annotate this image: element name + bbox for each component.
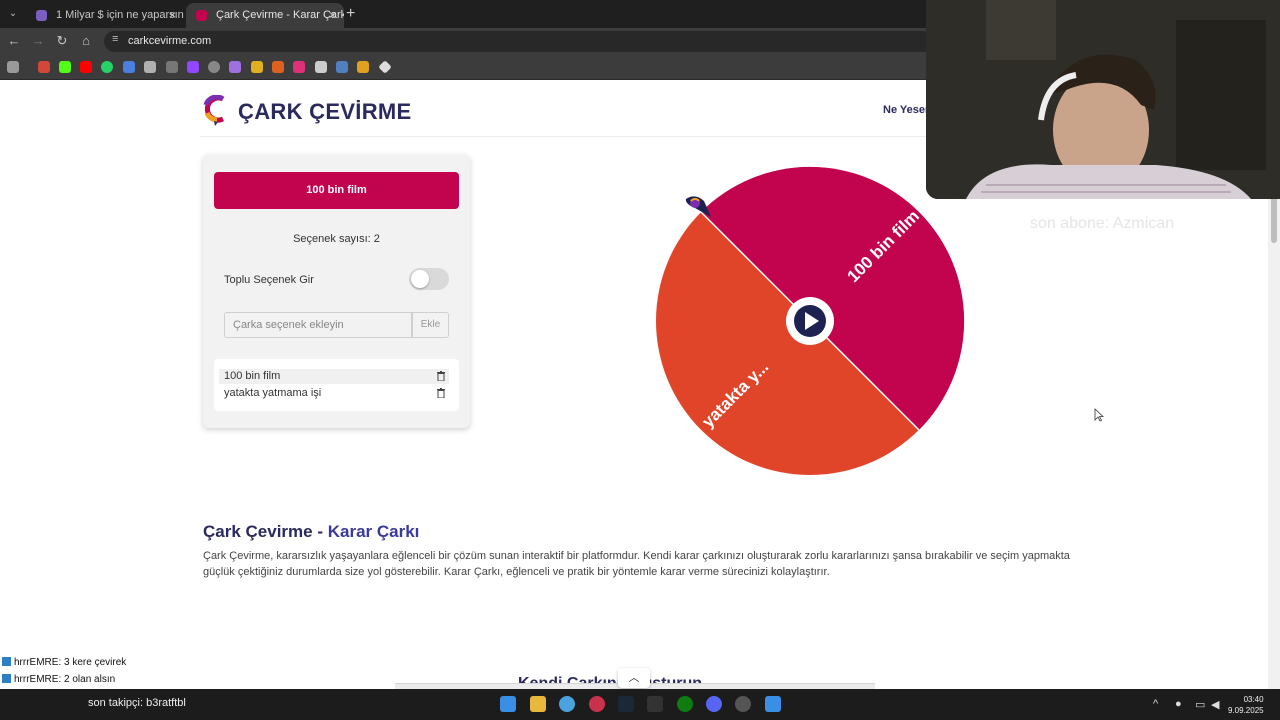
trash-icon[interactable] [437,388,445,398]
chat-message: hrrrEMRE: 2 olan alsın [2,673,115,687]
taskbar-clock[interactable]: 03:40 9.09.2025 [1228,694,1264,716]
bookmark-youtube-icon[interactable] [80,61,92,73]
tab-title: Çark Çevirme - Karar Çarkı [216,9,344,21]
chat-user: hrrrEMRE [14,674,59,685]
bookmark-chat-icon[interactable] [229,61,241,73]
epic-games-icon[interactable] [647,696,663,712]
brand-logo-icon [203,95,225,126]
scrollbar-thumb[interactable] [1271,195,1277,243]
list-item: yatakta yatmama işi [219,386,449,401]
file-explorer-icon[interactable] [530,696,546,712]
option-label: 100 bin film [224,370,281,382]
toggle-knob [411,270,429,288]
add-option-button[interactable]: Ekle [412,312,449,338]
home-icon[interactable]: ⌂ [78,33,94,49]
app-gear-icon[interactable] [765,696,781,712]
bulk-entry-label: Toplu Seçenek Gir [224,274,314,286]
volume-icon[interactable]: ◀ [1211,698,1219,711]
bookmark-wave-icon[interactable] [336,61,348,73]
tab-title: 1 Milyar $ için ne yaparsın? - Q [56,9,184,21]
obs-icon[interactable] [735,696,751,712]
chat-platform-icon [2,674,11,683]
bookmark-translate-icon[interactable] [123,61,135,73]
result-banner[interactable]: 100 bin film [214,172,459,209]
address-url: carkcevirme.com [128,35,212,47]
wheel-pointer-icon [685,196,711,217]
bookmark-extension-icon[interactable] [144,61,156,73]
wheel-options-panel: 100 bin film Seçenek sayısı: 2 Toplu Seç… [203,154,470,428]
steam-icon[interactable] [618,696,634,712]
discord-icon[interactable] [706,696,722,712]
bookmark-star-icon[interactable] [357,61,369,73]
bookmark-twitch-icon[interactable] [187,61,199,73]
start-windows-icon[interactable] [500,696,516,712]
last-follower-overlay: son takipçi: b3ratftbl [88,697,186,709]
site-info-icon[interactable]: ≡ [112,33,118,45]
clock-date: 9.09.2025 [1228,706,1264,715]
address-bar[interactable]: ≡ carkcevirme.com [104,31,934,52]
brand-name[interactable]: ÇARK ÇEVİRME [238,99,412,125]
tab-close-icon[interactable]: × [169,3,176,28]
clock-time: 03:40 [1243,695,1264,704]
tab-close-icon[interactable]: × [329,3,336,28]
bookmark-gmail-icon[interactable] [38,61,50,73]
bookmark-game-icon[interactable] [272,61,284,73]
chat-platform-icon [2,657,11,666]
network-icon[interactable]: ▭ [1195,698,1205,711]
option-list: 100 bin film yatakta yatmama işi [214,359,459,411]
tab-favicon-icon [36,10,47,21]
chat-user: hrrrEMRE [14,657,59,668]
mouse-cursor-icon [1094,408,1104,422]
xbox-icon[interactable] [677,696,693,712]
tray-chevron-icon[interactable]: ^ [1153,698,1158,710]
apps-grid-icon[interactable] [7,61,19,73]
bookmark-whatsapp-icon[interactable] [101,61,113,73]
microphone-icon[interactable]: ● [1175,698,1182,710]
browser-tab-2[interactable]: Çark Çevirme - Karar Çarkı × [186,3,344,28]
bulk-entry-toggle[interactable] [409,268,449,290]
add-option-input[interactable] [224,312,412,338]
scroll-to-top-button[interactable]: ︿ [618,668,650,688]
bookmark-diamond-icon[interactable] [378,60,392,74]
option-count: Seçenek sayısı: 2 [293,233,380,245]
reload-icon[interactable]: ↻ [54,33,70,49]
forward-arrow-icon[interactable]: → [30,33,46,49]
browser-tab-1[interactable]: 1 Milyar $ için ne yaparsın? - Q × [26,3,184,28]
windows-taskbar: son takipçi: b3ratftbl ^ ● ▭ ◀ 03:40 9.0… [0,689,1280,720]
chrome-icon[interactable] [559,696,575,712]
list-item: 100 bin film [219,369,449,384]
last-subscriber-overlay: son abone: Azmican [1030,215,1175,232]
webcam-overlay [926,0,1280,199]
bookmark-globe-icon[interactable] [208,61,220,73]
bookmark-apple-icon[interactable] [166,61,178,73]
tab-favicon-icon [196,10,207,21]
trash-icon[interactable] [437,371,445,381]
section-title: Çark Çevirme - Karar Çarkı [203,522,419,542]
bookmark-flower-icon[interactable] [293,61,305,73]
app-red-icon[interactable] [589,696,605,712]
option-label: yatakta yatmama işi [224,387,322,399]
new-tab-button[interactable]: + [346,4,355,24]
section-description: Çark Çevirme, kararsızlık yaşayanlara eğ… [203,550,1070,578]
chat-message: hrrrEMRE: 3 kere çevirek [2,656,126,670]
tab-search-icon[interactable]: ⌄ [4,6,22,22]
bookmark-stack-icon[interactable] [315,61,327,73]
chat-text: : 2 olan alsın [58,674,116,685]
bookmark-b-icon[interactable] [251,61,263,73]
section-title-part2: Karar Çarkı [327,522,420,541]
chat-text: : 3 kere çevirek [58,657,127,668]
bookmark-kick-icon[interactable] [59,61,71,73]
back-arrow-icon[interactable]: ← [6,33,22,49]
section-title-part1: Çark Çevirme - [203,522,328,541]
